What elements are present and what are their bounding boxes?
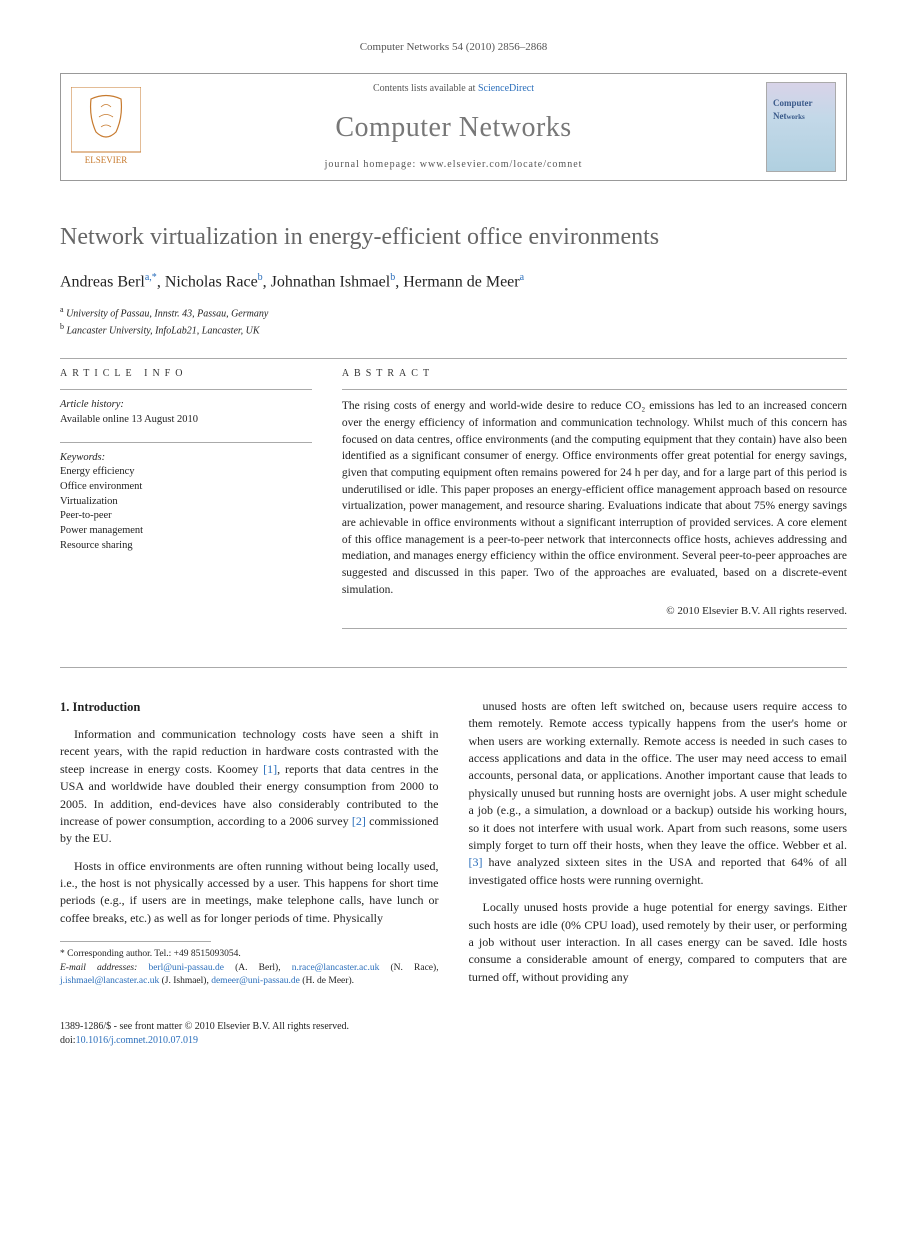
author-name: Hermann de Meer xyxy=(403,273,519,290)
author-name: Andreas Berl xyxy=(60,273,145,290)
keyword: Virtualization xyxy=(60,495,312,510)
body-columns: 1. Introduction Information and communic… xyxy=(60,698,847,996)
section-heading: 1. Introduction xyxy=(60,698,439,716)
email-link[interactable]: demeer@uni-passau.de xyxy=(211,976,300,986)
journal-name: Computer Networks xyxy=(151,108,756,147)
cover-thumb-area: ComputerNetworks xyxy=(756,74,846,180)
article-info-label: ARTICLE INFO xyxy=(60,367,312,381)
corresponding-author-footnote: * Corresponding author. Tel.: +49 851509… xyxy=(60,948,439,988)
keyword: Energy efficiency xyxy=(60,465,312,480)
footer: 1389-1286/$ - see front matter © 2010 El… xyxy=(60,1020,847,1048)
abstract-label: ABSTRACT xyxy=(342,367,847,381)
abstract-copyright: © 2010 Elsevier B.V. All rights reserved… xyxy=(342,604,847,619)
doi-line: doi:10.1016/j.comnet.2010.07.019 xyxy=(60,1034,847,1048)
contents-list-line: Contents lists available at ScienceDirec… xyxy=(151,82,756,96)
doi-link[interactable]: 10.1016/j.comnet.2010.07.019 xyxy=(76,1035,199,1046)
footnote-divider xyxy=(60,941,211,942)
divider xyxy=(60,442,312,443)
divider xyxy=(60,389,312,390)
history-text: Available online 13 August 2010 xyxy=(60,413,312,428)
ref-link[interactable]: [1] xyxy=(263,762,277,776)
article-history: Article history: Available online 13 Aug… xyxy=(60,398,312,427)
keyword: Resource sharing xyxy=(60,539,312,554)
info-abstract-row: ARTICLE INFO Article history: Available … xyxy=(60,367,847,636)
body-column-left: 1. Introduction Information and communic… xyxy=(60,698,439,996)
keyword: Power management xyxy=(60,524,312,539)
affiliation: a University of Passau, Innstr. 43, Pass… xyxy=(60,304,847,321)
article-title: Network virtualization in energy-efficie… xyxy=(60,221,847,255)
email-link[interactable]: j.ishmael@lancaster.ac.uk xyxy=(60,976,159,986)
divider xyxy=(60,358,847,359)
author-mark: a xyxy=(520,272,524,283)
author-list: Andreas Berla,*, Nicholas Raceb, Johnath… xyxy=(60,271,847,294)
citation-line: Computer Networks 54 (2010) 2856–2868 xyxy=(60,40,847,55)
body-column-right: unused hosts are often left switched on,… xyxy=(469,698,848,996)
divider xyxy=(342,389,847,390)
keyword: Peer-to-peer xyxy=(60,509,312,524)
journal-cover-thumbnail: ComputerNetworks xyxy=(766,82,836,172)
author-name: Nicholas Race xyxy=(165,273,258,290)
cover-title-text: ComputerNetworks xyxy=(773,97,813,122)
author-mark: b xyxy=(258,272,263,283)
body-paragraph: Hosts in office environments are often r… xyxy=(60,858,439,928)
keyword: Office environment xyxy=(60,480,312,495)
email-link[interactable]: berl@uni-passau.de xyxy=(148,963,224,973)
abstract-text: The rising costs of energy and world-wid… xyxy=(342,398,847,598)
body-paragraph: Information and communication technology… xyxy=(60,726,439,848)
divider xyxy=(342,628,847,629)
divider xyxy=(60,667,847,668)
author-mark: b xyxy=(390,272,395,283)
abstract-column: ABSTRACT The rising costs of energy and … xyxy=(342,367,847,636)
author-name: Johnathan Ishmael xyxy=(271,273,391,290)
svg-text:ELSEVIER: ELSEVIER xyxy=(85,155,128,165)
keywords-label: Keywords: xyxy=(60,451,312,466)
corresponding-line: * Corresponding author. Tel.: +49 851509… xyxy=(60,948,439,961)
journal-header-center: Contents lists available at ScienceDirec… xyxy=(151,74,756,180)
ref-link[interactable]: [2] xyxy=(352,814,366,828)
article-info-column: ARTICLE INFO Article history: Available … xyxy=(60,367,312,636)
history-label: Article history: xyxy=(60,398,312,413)
front-matter-line: 1389-1286/$ - see front matter © 2010 El… xyxy=(60,1020,847,1034)
journal-homepage: journal homepage: www.elsevier.com/locat… xyxy=(151,158,756,172)
journal-header: ELSEVIER Contents lists available at Sci… xyxy=(60,73,847,181)
affiliation: b Lancaster University, InfoLab21, Lanca… xyxy=(60,321,847,338)
publisher-logo-area: ELSEVIER xyxy=(61,74,151,180)
ref-link[interactable]: [3] xyxy=(469,855,483,869)
affiliation-list: a University of Passau, Innstr. 43, Pass… xyxy=(60,304,847,339)
sciencedirect-link[interactable]: ScienceDirect xyxy=(478,83,534,94)
email-link[interactable]: n.race@lancaster.ac.uk xyxy=(292,963,380,973)
elsevier-logo: ELSEVIER xyxy=(71,87,141,167)
email-line: E-mail addresses: berl@uni-passau.de (A.… xyxy=(60,962,439,989)
body-paragraph: Locally unused hosts provide a huge pote… xyxy=(469,899,848,986)
author-mark: a,* xyxy=(145,272,157,283)
keywords-block: Keywords: Energy efficiency Office envir… xyxy=(60,451,312,554)
body-paragraph: unused hosts are often left switched on,… xyxy=(469,698,848,889)
